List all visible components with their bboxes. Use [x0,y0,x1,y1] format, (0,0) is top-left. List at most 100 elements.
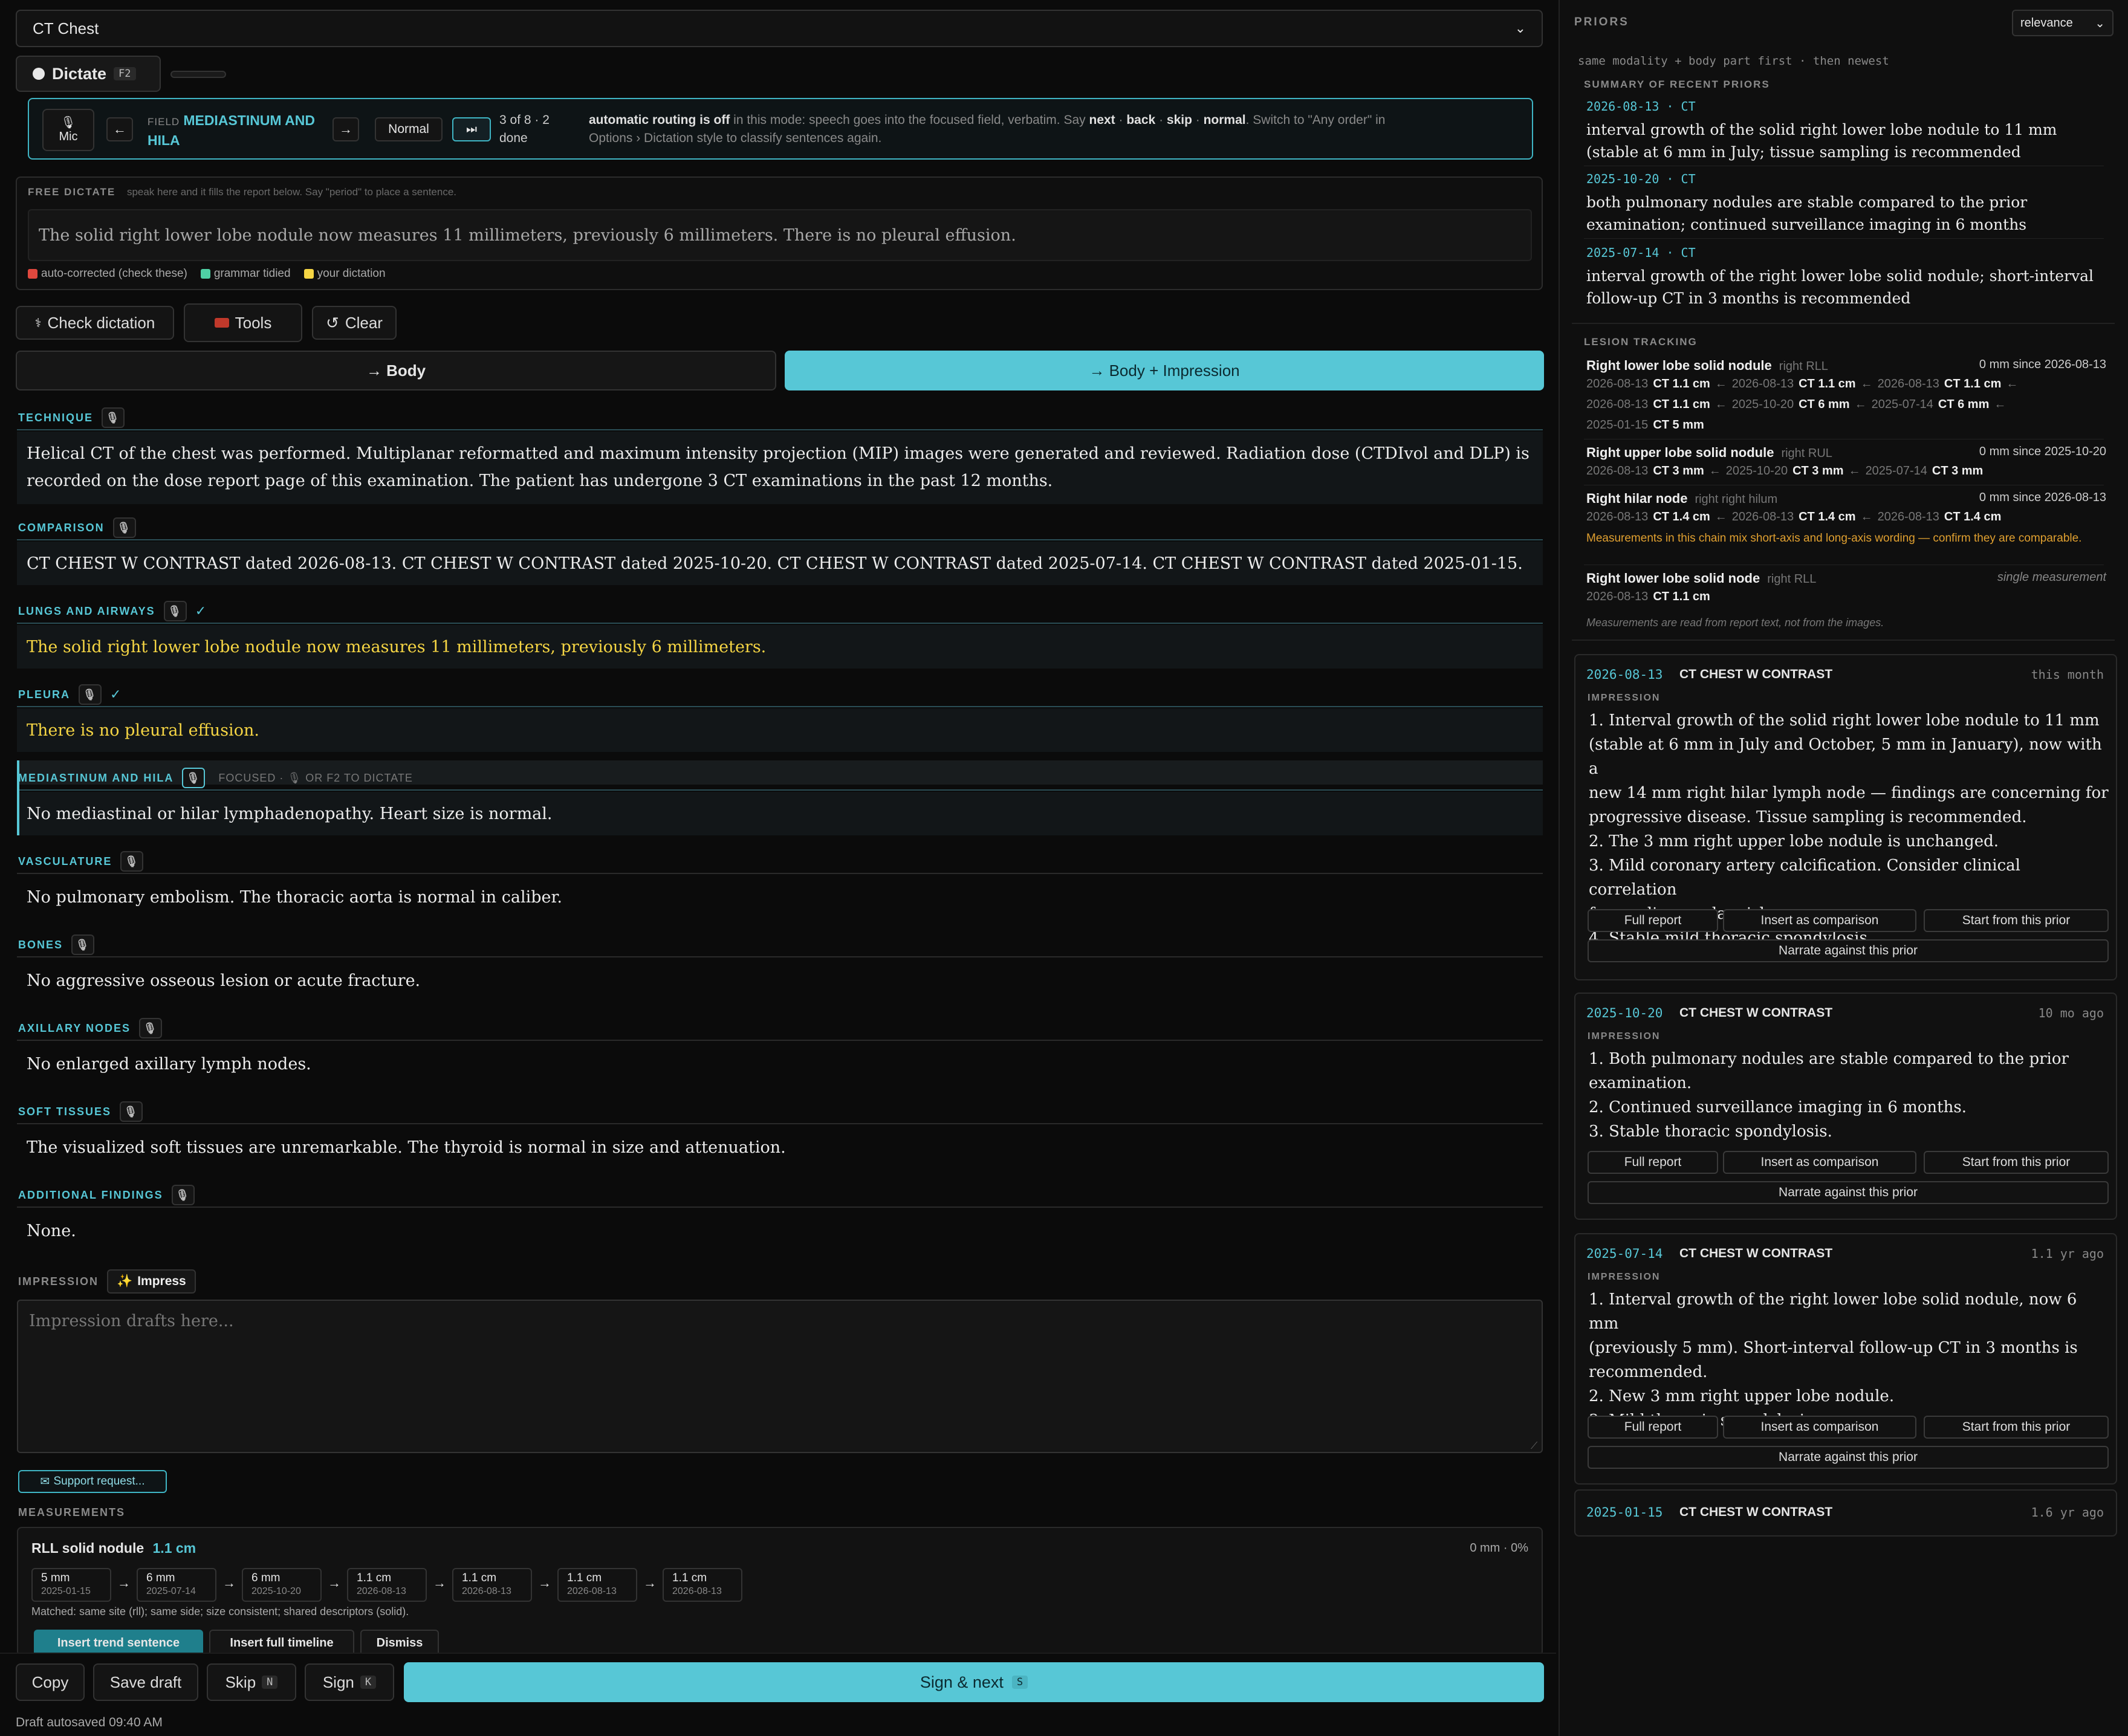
section-field-mediastinum-and-hila[interactable]: No mediastinal or hilar lymphadenopathy.… [17,792,1543,835]
prior-impression-line: (stable at 6 mm in July and October, 5 m… [1589,736,2102,778]
section-mic-button[interactable]: 🎙 [171,1185,195,1205]
prior-card: 2025-07-14 CT CHEST W CONTRAST 1.1 yr ago I… [1574,1233,2117,1485]
start-from-prior-button[interactable]: Start from this prior [1924,909,2109,932]
section-field-pleura[interactable]: There is no pleural effusion. [17,708,1543,752]
start-from-prior-button[interactable]: Start from this prior [1924,1416,2109,1439]
support-request-button[interactable]: ✉ Support request... [18,1470,167,1493]
impression-textarea[interactable]: Impression drafts here... [17,1300,1543,1453]
arrow-left-icon: ← [1714,510,1727,523]
prev-field-button[interactable]: ← [106,117,133,141]
insert-comparison-button[interactable]: Insert as comparison [1723,909,1916,932]
chip-value: 5 mm [41,1572,70,1584]
prior-date: 2025-10-20 [1586,1006,1663,1020]
section-header-soft-tissues: SOFT TISSUES 🎙 [18,1101,143,1122]
body-button[interactable]: → Body [16,351,776,390]
divider [1572,640,2115,641]
narrate-prior-button[interactable]: Narrate against this prior [1588,1446,2109,1469]
arrow-left-icon: ← [1860,377,1873,390]
sign-next-button[interactable]: Sign & next S [404,1662,1544,1702]
section-field-bones[interactable]: No aggressive osseous lesion or acute fr… [17,959,1543,1002]
section-mic-button[interactable]: 🎙 [182,768,206,788]
resize-handle-icon[interactable]: ⟋ [1531,1441,1537,1452]
field-prefix: FIELD [148,116,180,128]
microphone-icon: 🎙 [60,116,76,129]
lesion-date: 2025-10-20 [1731,398,1794,411]
section-mic-button[interactable]: 🎙 [120,851,144,872]
lesion-date: 2026-08-13 [1586,590,1649,603]
section-mic-button[interactable]: 🎙 [102,407,125,428]
section-field-lungs-and-airways[interactable]: The solid right lower lobe nodule now me… [17,625,1543,669]
skip-field-button[interactable]: ⏭ [452,117,491,141]
clear-button[interactable]: ↺ Clear [312,306,397,340]
lesion-value: CT 1.1 cm [1653,398,1710,411]
prior-impression: 1. Interval growth of the right lower lo… [1589,1287,2109,1433]
lesion-name: Right hilar node [1586,491,1688,506]
section-mic-button[interactable]: 🎙 [71,934,95,955]
skip-button[interactable]: Skip N [207,1663,296,1701]
section-mic-button[interactable]: 🎙 [120,1101,143,1122]
lesion-date: 2026-08-13 [1877,510,1939,523]
section-divider [17,873,1543,874]
chip-date: 2025-07-14 [146,1586,196,1596]
lesion-value: CT 1.1 cm [1799,377,1856,390]
full-report-button[interactable]: Full report [1588,1151,1718,1174]
chip-value: 6 mm [251,1572,281,1584]
sign-button[interactable]: Sign K [305,1663,394,1701]
impress-button[interactable]: ✨ Impress [107,1269,196,1294]
lesion-header: Right lower lobe solid nodule right RLL 0 … [1586,358,2106,374]
lesion-value: CT 3 mm [1653,464,1704,478]
tools-button[interactable]: Tools [184,303,302,342]
section-header-bones: BONES 🎙 [18,934,95,955]
lesion-warning: Measurements in this chain mix short-axi… [1586,532,2082,545]
prior-impression-line: 1. Both pulmonary nodules are stable com… [1589,1050,2069,1068]
protocol-select[interactable]: CT Chest ⌄ [16,10,1543,47]
prior-impression-line: 2. Continued surveillance imaging in 6 m… [1589,1098,1967,1116]
section-field-axillary-nodes[interactable]: No enlarged axillary lymph nodes. [17,1042,1543,1086]
section-mic-button[interactable]: 🎙 [163,601,187,621]
copy-button[interactable]: Copy [16,1663,85,1701]
chip-value: 1.1 cm [672,1572,707,1584]
section-field-additional-findings[interactable]: None. [17,1209,1543,1252]
section-field-technique[interactable]: Helical CT of the chest was performed. M… [17,432,1543,504]
prior-impression-line: recommended. [1589,1363,1708,1381]
lesion-header: Right hilar node right right hilum 0 mm si… [1586,491,2106,507]
sign-next-label: Sign & next [920,1673,1004,1691]
normal-button[interactable]: Normal [375,117,443,141]
section-field-vasculature[interactable]: No pulmonary embolism. The thoracic aort… [17,875,1543,919]
section-label: AXILLARY NODES [18,1022,131,1034]
start-from-prior-button[interactable]: Start from this prior [1924,1151,2109,1174]
section-field-soft-tissues[interactable]: The visualized soft tissues are unremark… [17,1125,1543,1169]
full-report-button[interactable]: Full report [1588,1416,1718,1439]
section-field-comparison[interactable]: CT CHEST W CONTRAST dated 2026-08-13. CT… [17,542,1543,585]
narrate-prior-button[interactable]: Narrate against this prior [1588,939,2109,962]
level-meter [170,71,226,78]
narrate-prior-button[interactable]: Narrate against this prior [1588,1181,2109,1204]
insert-comparison-button[interactable]: Insert as comparison [1723,1151,1916,1174]
priors-sort-select[interactable]: relevance ⌄ [2012,10,2113,36]
prior-impression-line: 1. Interval growth of the solid right lo… [1589,711,2100,730]
full-report-button[interactable]: Full report [1588,909,1718,932]
check-dictation-button[interactable]: ⚕ Check dictation [16,306,174,340]
measurement-chip: 1.1 cm 2026-08-13 [663,1568,742,1602]
section-mic-button[interactable]: 🎙 [79,684,102,705]
lesion-value: CT 6 mm [1799,398,1850,411]
skip-icon: ⏭ [466,122,477,136]
next-field-button[interactable]: → [332,117,359,141]
mic-button[interactable]: 🎙 Mic [42,109,94,151]
section-header-mediastinum-and-hila: MEDIASTINUM AND HILA 🎙 FOCUSED · 🎙 OR F2 TO … [18,768,413,788]
dictate-button[interactable]: Dictate F2 [16,56,161,92]
prior-card: 2026-08-13 CT CHEST W CONTRAST this month I… [1574,654,2117,980]
insert-comparison-button[interactable]: Insert as comparison [1723,1416,1916,1439]
arrow-left-icon: ← [113,121,126,137]
microphone-icon: 🎙 [175,1188,191,1201]
prior-impression: 1. Both pulmonary nodules are stable com… [1589,1047,2109,1144]
body-impression-button[interactable]: → Body + Impression [785,351,1544,390]
lesion-since: 0 mm since 2026-08-13 [1979,491,2106,504]
section-mic-button[interactable]: 🎙 [112,517,136,538]
prior-title: CT CHEST W CONTRAST [1679,667,1833,681]
measurement-name: RLL solid nodule [31,1540,144,1556]
section-mic-button[interactable]: 🎙 [139,1018,163,1038]
free-dictate-input[interactable]: The solid right lower lobe nodule now me… [28,209,1532,261]
save-draft-button[interactable]: Save draft [93,1663,198,1701]
field-indicator: FIELD MEDIASTINUM AND HILA [148,111,347,150]
